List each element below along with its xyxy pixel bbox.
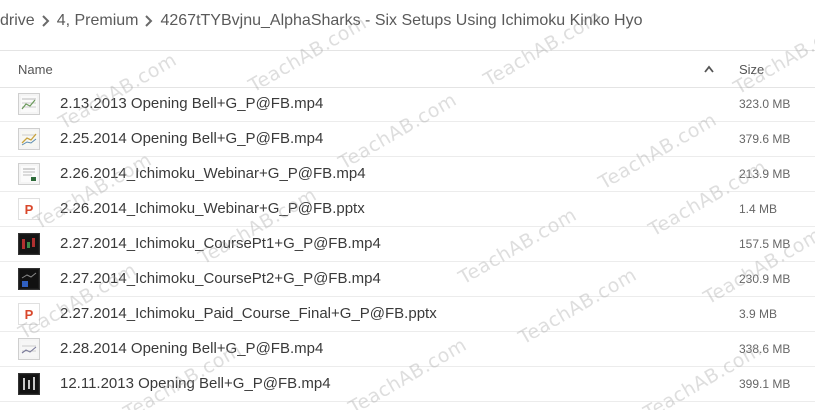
file-row[interactable]: 2.13.2013 Opening Bell+G_P@FB.mp4 323.0 … [0,87,815,122]
breadcrumb-item-premium[interactable]: 4, Premium [57,12,139,30]
video-thumbnail-chart-icon [18,128,40,150]
file-name[interactable]: 2.27.2014_Ichimoku_Paid_Course_Final+G_P… [60,305,437,322]
file-size: 230.9 MB [739,272,791,286]
size-column-header[interactable]: Size [739,62,764,77]
file-size: 379.6 MB [739,132,791,146]
file-name[interactable]: 2.27.2014_Ichimoku_CoursePt1+G_P@FB.mp4 [60,235,381,252]
powerpoint-icon: P [18,198,40,220]
file-size: 323.0 MB [739,97,791,111]
file-row[interactable]: 2.27.2014_Ichimoku_CoursePt1+G_P@FB.mp4 … [0,227,815,262]
file-name[interactable]: 2.26.2014_Ichimoku_Webinar+G_P@FB.pptx [60,200,365,217]
video-thumbnail-chart-icon [18,338,40,360]
file-name[interactable]: 2.25.2014 Opening Bell+G_P@FB.mp4 [60,130,323,147]
file-name[interactable]: 12.11.2013 Opening Bell+G_P@FB.mp4 [60,375,331,392]
file-row[interactable]: 2.27.2014_Ichimoku_CoursePt2+G_P@FB.mp4 … [0,262,815,297]
powerpoint-icon: P [18,303,40,325]
sort-ascending-icon[interactable] [703,62,715,77]
name-column-header[interactable]: Name [18,62,53,77]
file-size: 338.6 MB [739,342,791,356]
file-name[interactable]: 2.28.2014 Opening Bell+G_P@FB.mp4 [60,340,323,357]
video-thumbnail-dark-icon [18,233,40,255]
file-row[interactable]: 2.28.2014 Opening Bell+G_P@FB.mp4 338.6 … [0,332,815,367]
chevron-right-icon [138,12,160,30]
file-row[interactable]: 2.26.2014_Ichimoku_Webinar+G_P@FB.mp4 21… [0,157,815,192]
file-browser: drive 4, Premium 4267tTYBvjnu_AlphaShark… [0,0,815,410]
chevron-right-icon [35,12,57,30]
file-size: 1.4 MB [739,202,778,216]
file-row[interactable]: 2.25.2014 Opening Bell+G_P@FB.mp4 379.6 … [0,122,815,157]
file-name[interactable]: 2.13.2013 Opening Bell+G_P@FB.mp4 [60,95,323,112]
file-row[interactable]: P 2.27.2014_Ichimoku_Paid_Course_Final+G… [0,297,815,332]
video-thumbnail-dark-icon [18,373,40,395]
file-row[interactable]: P 2.26.2014_Ichimoku_Webinar+G_P@FB.pptx… [0,192,815,227]
breadcrumb-item-drive[interactable]: drive [0,12,35,30]
video-thumbnail-dark-icon [18,268,40,290]
file-table-header: Name Size [0,50,815,88]
video-thumbnail-chart-icon [18,163,40,185]
file-size: 213.9 MB [739,167,791,181]
file-row[interactable]: 12.11.2013 Opening Bell+G_P@FB.mp4 399.1… [0,367,815,402]
file-name[interactable]: 2.26.2014_Ichimoku_Webinar+G_P@FB.mp4 [60,165,366,182]
file-list: 2.13.2013 Opening Bell+G_P@FB.mp4 323.0 … [0,87,815,402]
breadcrumb-item-current-folder[interactable]: 4267tTYBvjnu_AlphaSharks - Six Setups Us… [160,12,642,30]
file-size: 3.9 MB [739,307,778,321]
breadcrumb: drive 4, Premium 4267tTYBvjnu_AlphaShark… [0,0,815,42]
video-thumbnail-chart-icon [18,93,40,115]
file-size: 399.1 MB [739,377,791,391]
file-name[interactable]: 2.27.2014_Ichimoku_CoursePt2+G_P@FB.mp4 [60,270,381,287]
file-size: 157.5 MB [739,237,791,251]
